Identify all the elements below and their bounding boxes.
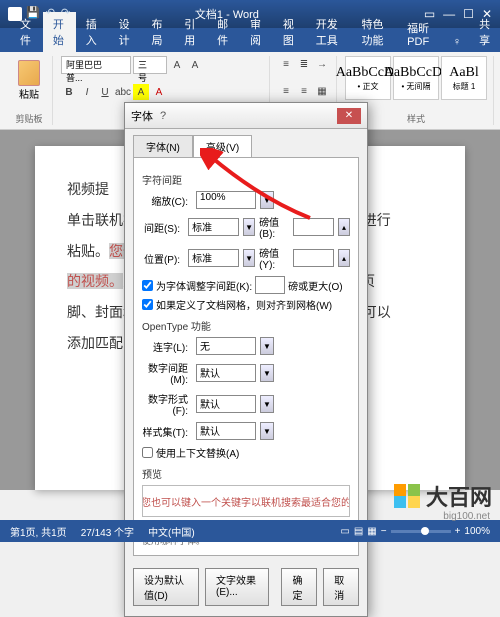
position-pt-label: 磅值(Y): — [259, 245, 289, 271]
spacing-spinner-icon[interactable]: ▴ — [338, 218, 350, 236]
dialog-tab-advanced[interactable]: 高级(V) — [193, 135, 252, 157]
zoom-level[interactable]: 100% — [464, 526, 490, 537]
watermark: 大百网 big100.net — [394, 480, 492, 512]
position-label: 位置(P): — [142, 251, 184, 266]
style-nospacing[interactable]: AaBbCcDc• 无间隔 — [393, 56, 439, 100]
tab-view[interactable]: 视图 — [273, 12, 306, 52]
scale-select[interactable]: 100% — [196, 191, 256, 209]
word-count[interactable]: 27/143 个字 — [81, 524, 134, 539]
ok-button[interactable]: 确定 — [281, 568, 317, 606]
tab-dev[interactable]: 开发工具 — [306, 12, 352, 52]
grow-font-icon[interactable]: A — [169, 57, 185, 73]
dialog-title: 字体 — [131, 108, 153, 124]
scale-dropdown-icon[interactable]: ▼ — [260, 191, 274, 209]
zoom-out-icon[interactable]: − — [381, 526, 387, 537]
kerning-input[interactable] — [255, 276, 285, 294]
tab-refs[interactable]: 引用 — [174, 12, 207, 52]
shading-icon[interactable]: ▦ — [314, 83, 330, 99]
grid-label: 如果定义了文档网格，则对齐到网格(W) — [156, 297, 332, 312]
numbering-icon[interactable]: ≣ — [296, 56, 312, 72]
spacing-dropdown-icon[interactable]: ▼ — [243, 218, 255, 236]
zoom-in-icon[interactable]: + — [455, 526, 461, 537]
text-effects-button[interactable]: 文字效果(E)... — [205, 568, 269, 606]
watermark-logo-icon — [394, 484, 420, 508]
section-opentype: OpenType 功能 — [142, 318, 350, 333]
dialog-tab-font[interactable]: 字体(N) — [133, 135, 193, 157]
section-char-spacing: 字符间距 — [142, 172, 350, 187]
font-name-select[interactable]: 阿里巴巴普... — [61, 56, 131, 74]
tab-layout[interactable]: 布局 — [141, 12, 174, 52]
share-button[interactable]: 共享 — [471, 12, 500, 52]
grid-checkbox[interactable] — [142, 299, 153, 310]
italic-icon[interactable]: I — [79, 84, 95, 100]
align-center-icon[interactable]: ≡ — [296, 83, 312, 99]
tab-insert[interactable]: 插入 — [76, 12, 109, 52]
tab-mail[interactable]: 邮件 — [207, 12, 240, 52]
paste-button[interactable]: 粘贴 — [12, 56, 46, 105]
spacing-label: 间距(S): — [142, 220, 184, 235]
tab-design[interactable]: 设计 — [109, 12, 142, 52]
position-pt-input[interactable] — [293, 249, 334, 267]
clipboard-group-label: 剪贴板 — [12, 112, 46, 125]
tab-review[interactable]: 审阅 — [240, 12, 273, 52]
spacing-pt-label: 磅值(B): — [259, 214, 289, 240]
numspacing-select[interactable]: 默认 — [196, 364, 256, 382]
numform-select[interactable]: 默认 — [196, 395, 256, 413]
view-web-icon[interactable]: ▦ — [367, 526, 376, 537]
view-read-icon[interactable]: ▭ — [340, 526, 349, 537]
cancel-button[interactable]: 取消 — [323, 568, 359, 606]
tab-tell[interactable]: ♀ — [443, 32, 471, 52]
position-select[interactable]: 标准 — [188, 249, 239, 267]
save-icon[interactable]: 💾 — [26, 6, 40, 19]
dialog-close-icon[interactable]: ✕ — [337, 108, 361, 124]
minimize-icon[interactable]: — — [443, 7, 455, 21]
ribbon-tabs: 文件 开始 插入 设计 布局 引用 邮件 审阅 视图 开发工具 特色功能 福昕P… — [0, 28, 500, 52]
bold-icon[interactable]: B — [61, 84, 77, 100]
status-bar: 第1页, 共1页 27/143 个字 中文(中国) ▭ ▤ ▦ − + 100% — [0, 520, 500, 542]
page-indicator[interactable]: 第1页, 共1页 — [10, 524, 67, 539]
bullets-icon[interactable]: ≡ — [278, 56, 294, 72]
quick-access-toolbar: 💾 ↶ ↷ — [26, 6, 70, 19]
language-indicator[interactable]: 中文(中国) — [148, 524, 195, 539]
align-left-icon[interactable]: ≡ — [278, 83, 294, 99]
tab-special[interactable]: 特色功能 — [351, 12, 397, 52]
strike-icon[interactable]: abc — [115, 84, 131, 100]
redo-icon[interactable]: ↷ — [61, 6, 70, 19]
shrink-font-icon[interactable]: A — [187, 57, 203, 73]
kerning-label: 为字体调整字间距(K): — [156, 278, 252, 293]
tab-pdf[interactable]: 福昕PDF — [397, 16, 443, 52]
ligatures-select[interactable]: 无 — [196, 337, 256, 355]
spacing-pt-input[interactable] — [293, 218, 334, 236]
contextual-checkbox[interactable] — [142, 447, 153, 458]
styleset-select[interactable]: 默认 — [196, 422, 256, 440]
font-color-icon[interactable]: A — [151, 84, 167, 100]
position-spinner-icon[interactable]: ▴ — [338, 249, 350, 267]
spacing-select[interactable]: 标准 — [188, 218, 239, 236]
scale-label: 缩放(C): — [142, 193, 192, 208]
watermark-url: big100.net — [443, 511, 490, 522]
view-print-icon[interactable]: ▤ — [354, 526, 363, 537]
highlight-icon[interactable]: A — [133, 84, 149, 100]
underline-icon[interactable]: U — [97, 84, 113, 100]
undo-icon[interactable]: ↶ — [46, 6, 55, 19]
preview-box: 您也可以键入一个关键字以联机搜索最适合您的 — [142, 485, 350, 517]
paste-icon — [18, 60, 40, 86]
kerning-checkbox[interactable] — [142, 280, 153, 291]
zoom-slider[interactable] — [391, 530, 451, 533]
indent-icon[interactable]: → — [314, 56, 330, 72]
style-heading1[interactable]: AaBl标题 1 — [441, 56, 487, 100]
watermark-text: 大百网 — [426, 480, 492, 512]
font-size-select[interactable]: 三号 — [133, 56, 167, 74]
preview-label: 预览 — [142, 466, 350, 481]
dialog-help-icon[interactable]: ? — [153, 110, 173, 122]
position-dropdown-icon[interactable]: ▼ — [243, 249, 255, 267]
set-default-button[interactable]: 设为默认值(D) — [133, 568, 199, 606]
